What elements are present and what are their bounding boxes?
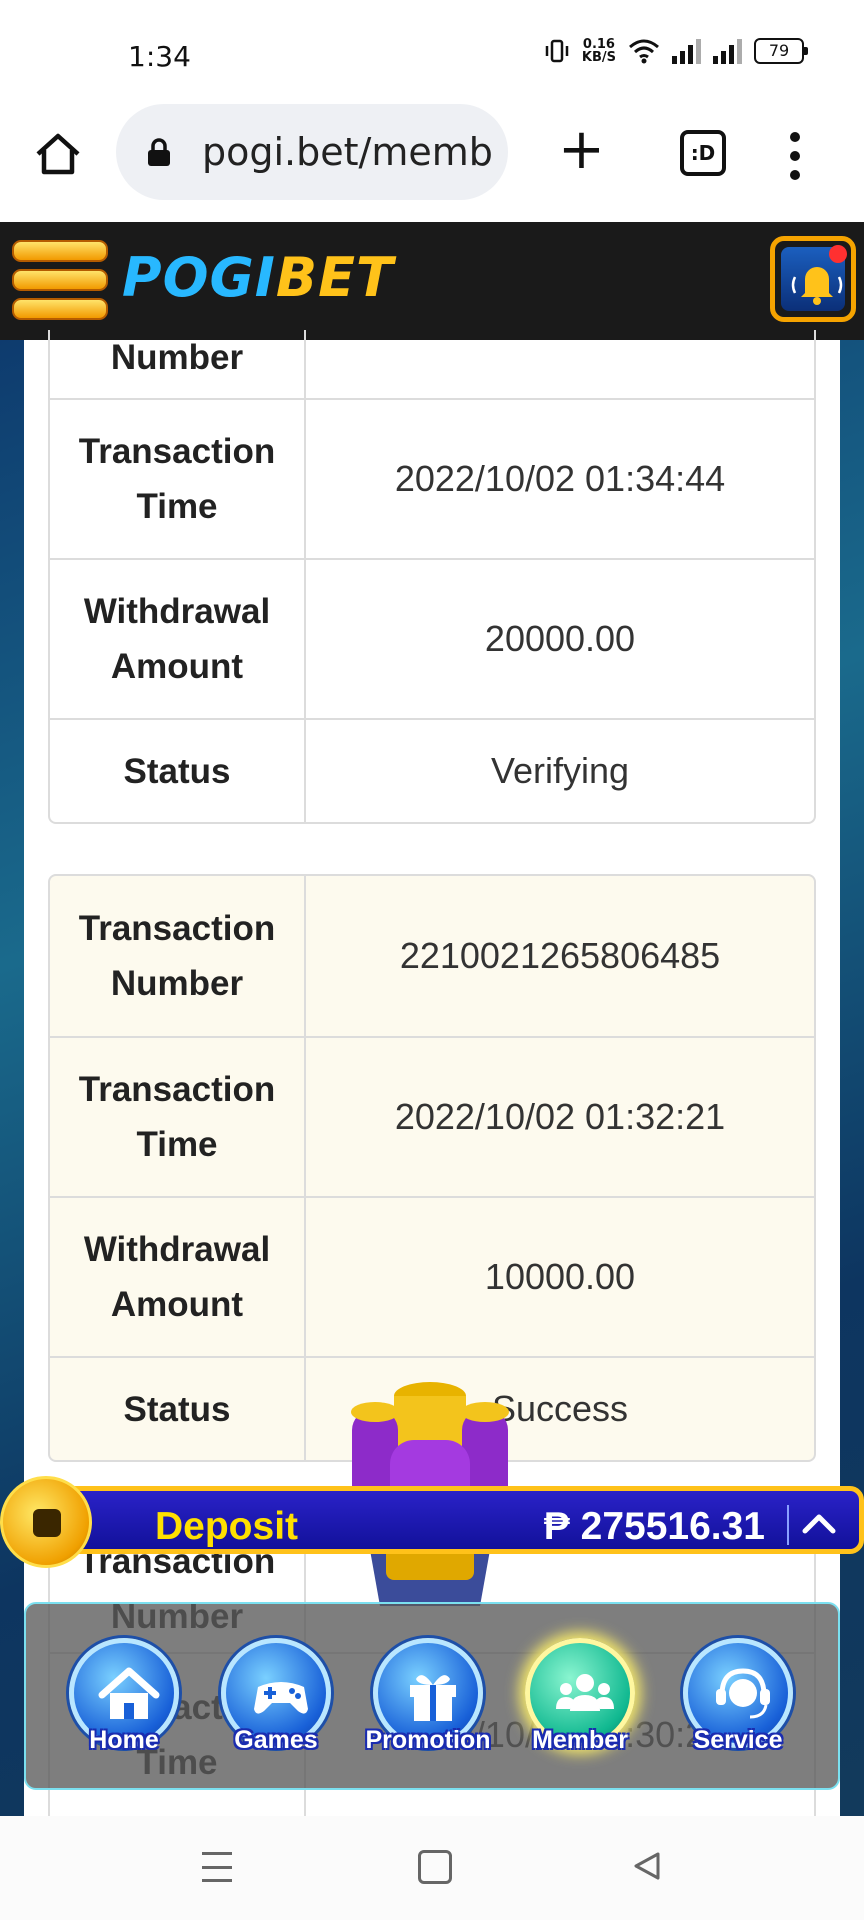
row-label: Status — [50, 1358, 306, 1460]
tab-switcher-button[interactable]: :D — [680, 130, 726, 176]
record-row: Transaction Number 2210021265806485 — [50, 876, 814, 1036]
record-row: Withdrawal Amount 20000.00 — [50, 558, 814, 718]
browser-menu-button[interactable] — [790, 132, 800, 180]
gift-icon — [410, 1675, 456, 1721]
address-bar[interactable]: pogi.bet/member — [116, 104, 508, 200]
deposit-label[interactable]: Deposit — [155, 1505, 298, 1549]
nav-label: Promotion — [365, 1726, 491, 1754]
record-row: Transaction Time 2022/10/02 01:32:21 — [50, 1036, 814, 1196]
back-icon[interactable] — [632, 1850, 662, 1882]
vibrate-icon — [545, 39, 569, 63]
bottom-navigation: Home Games Promotion Member Service — [24, 1602, 840, 1790]
network-speed: 0.16 KB/S — [581, 37, 616, 65]
record-row: Withdrawal Amount 10000.00 — [50, 1196, 814, 1356]
notification-button[interactable] — [770, 236, 856, 322]
record-row: Number — [50, 330, 814, 398]
status-value: Verifying — [490, 750, 630, 791]
wifi-icon — [629, 39, 659, 64]
row-value: 2022/10/02 01:34:44 — [394, 458, 726, 499]
row-value: 10000.00 — [484, 1256, 636, 1297]
new-tab-button[interactable]: + — [558, 122, 605, 178]
row-value: 20000.00 — [484, 618, 636, 659]
signal-icon-2 — [713, 38, 742, 64]
home-icon — [98, 1667, 160, 1719]
row-label: Transaction Time — [50, 400, 306, 558]
coin-icon — [0, 1476, 92, 1568]
lock-icon — [148, 138, 170, 166]
nav-label: Service — [693, 1726, 783, 1754]
recent-apps-button[interactable] — [202, 1852, 232, 1882]
nav-service[interactable]: Service — [678, 1638, 798, 1778]
notification-badge — [829, 245, 847, 263]
row-label: Number — [50, 330, 306, 398]
nav-label: Member — [532, 1726, 628, 1754]
headset-icon — [716, 1668, 770, 1719]
nav-label: Games — [234, 1726, 318, 1754]
nav-home[interactable]: Home — [64, 1638, 184, 1778]
row-label: Status — [50, 720, 306, 822]
browser-toolbar: pogi.bet/member + :D — [0, 100, 864, 222]
battery-icon: 79 — [754, 38, 808, 64]
system-navigation-bar — [0, 1816, 864, 1920]
nav-promotion[interactable]: Promotion — [366, 1638, 491, 1778]
row-value: 2022/10/02 01:32:21 — [394, 1096, 726, 1137]
chevron-up-icon[interactable] — [797, 1501, 841, 1545]
hamburger-menu-button[interactable] — [12, 240, 108, 320]
signal-icon — [672, 38, 701, 64]
record-row: Status Verifying — [50, 718, 814, 822]
record-row: Transaction Time 2022/10/02 01:34:44 — [50, 398, 814, 558]
row-label: Transaction Number — [50, 876, 306, 1036]
member-icon — [556, 1674, 614, 1711]
status-bar: 1:34 0.16 KB/S 79 — [0, 0, 864, 100]
row-label: Transaction Time — [50, 1038, 306, 1196]
row-value: 2210021265806485 — [399, 935, 721, 976]
status-icons: 0.16 KB/S 79 — [544, 37, 808, 65]
site-header: POGIBET — [0, 222, 864, 340]
deposit-balance: ₱ 275516.31 — [543, 1505, 765, 1548]
row-label: Withdrawal Amount — [50, 560, 306, 718]
home-icon[interactable] — [34, 130, 82, 178]
row-value — [306, 330, 814, 398]
nav-label: Home — [89, 1726, 159, 1754]
site-logo[interactable]: POGIBET — [122, 246, 394, 309]
system-home-button[interactable] — [418, 1850, 452, 1884]
withdrawal-record: Number Transaction Time 2022/10/02 01:34… — [48, 330, 816, 824]
row-label: Withdrawal Amount — [50, 1198, 306, 1356]
status-time: 1:34 — [128, 40, 191, 73]
deposit-bar[interactable]: Deposit ₱ 275516.31 — [0, 1476, 864, 1568]
nav-games[interactable]: Games — [216, 1638, 336, 1778]
gamepad-icon — [254, 1682, 308, 1714]
url-text[interactable]: pogi.bet/member — [202, 130, 492, 174]
nav-member[interactable]: Member — [520, 1638, 640, 1778]
